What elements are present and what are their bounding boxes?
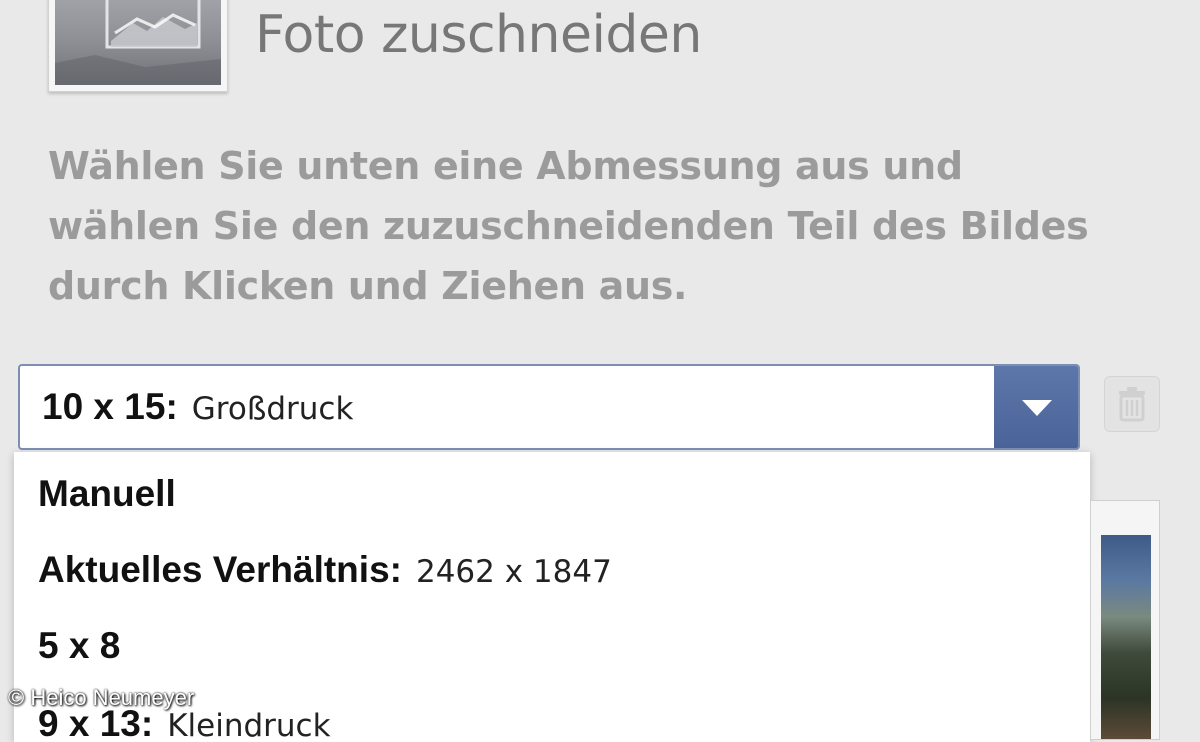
trash-icon (1119, 387, 1145, 422)
landscape-thumbnail-icon (55, 0, 221, 85)
option-5x8[interactable]: 5 x 8 (38, 606, 134, 686)
panel-title: Foto zuschneiden (255, 5, 702, 65)
option-size-label: 5 x 8 (38, 625, 121, 666)
delete-button[interactable] (1104, 376, 1160, 432)
selected-size-value: 10 x 15: Großdruck (42, 366, 353, 448)
selected-size-description: Großdruck (191, 391, 354, 427)
chevron-down-icon[interactable] (994, 366, 1078, 448)
size-select[interactable]: 10 x 15: Großdruck (18, 364, 1080, 450)
selected-size-separator: : (165, 386, 178, 427)
copyright-credit: © Heico Neumeyer (8, 685, 195, 710)
photo-preview[interactable] (1090, 500, 1160, 740)
selected-size-label: 10 x 15 (42, 386, 166, 427)
option-size-label: Manuell (38, 473, 176, 514)
option-current-ratio[interactable]: Aktuelles Verhältnis: 2462 x 1847 (38, 530, 612, 610)
preview-image (1101, 535, 1151, 739)
option-description: 2462 x 1847 (415, 554, 612, 590)
photo-thumbnail (48, 0, 228, 92)
option-manual[interactable]: Manuell (38, 454, 190, 534)
option-separator: : (389, 549, 402, 590)
option-size-label: Aktuelles Verhältnis (38, 549, 390, 590)
option-description: Kleindruck (167, 708, 331, 742)
instruction-text: Wählen Sie unten eine Abmessung aus und … (48, 144, 1089, 308)
